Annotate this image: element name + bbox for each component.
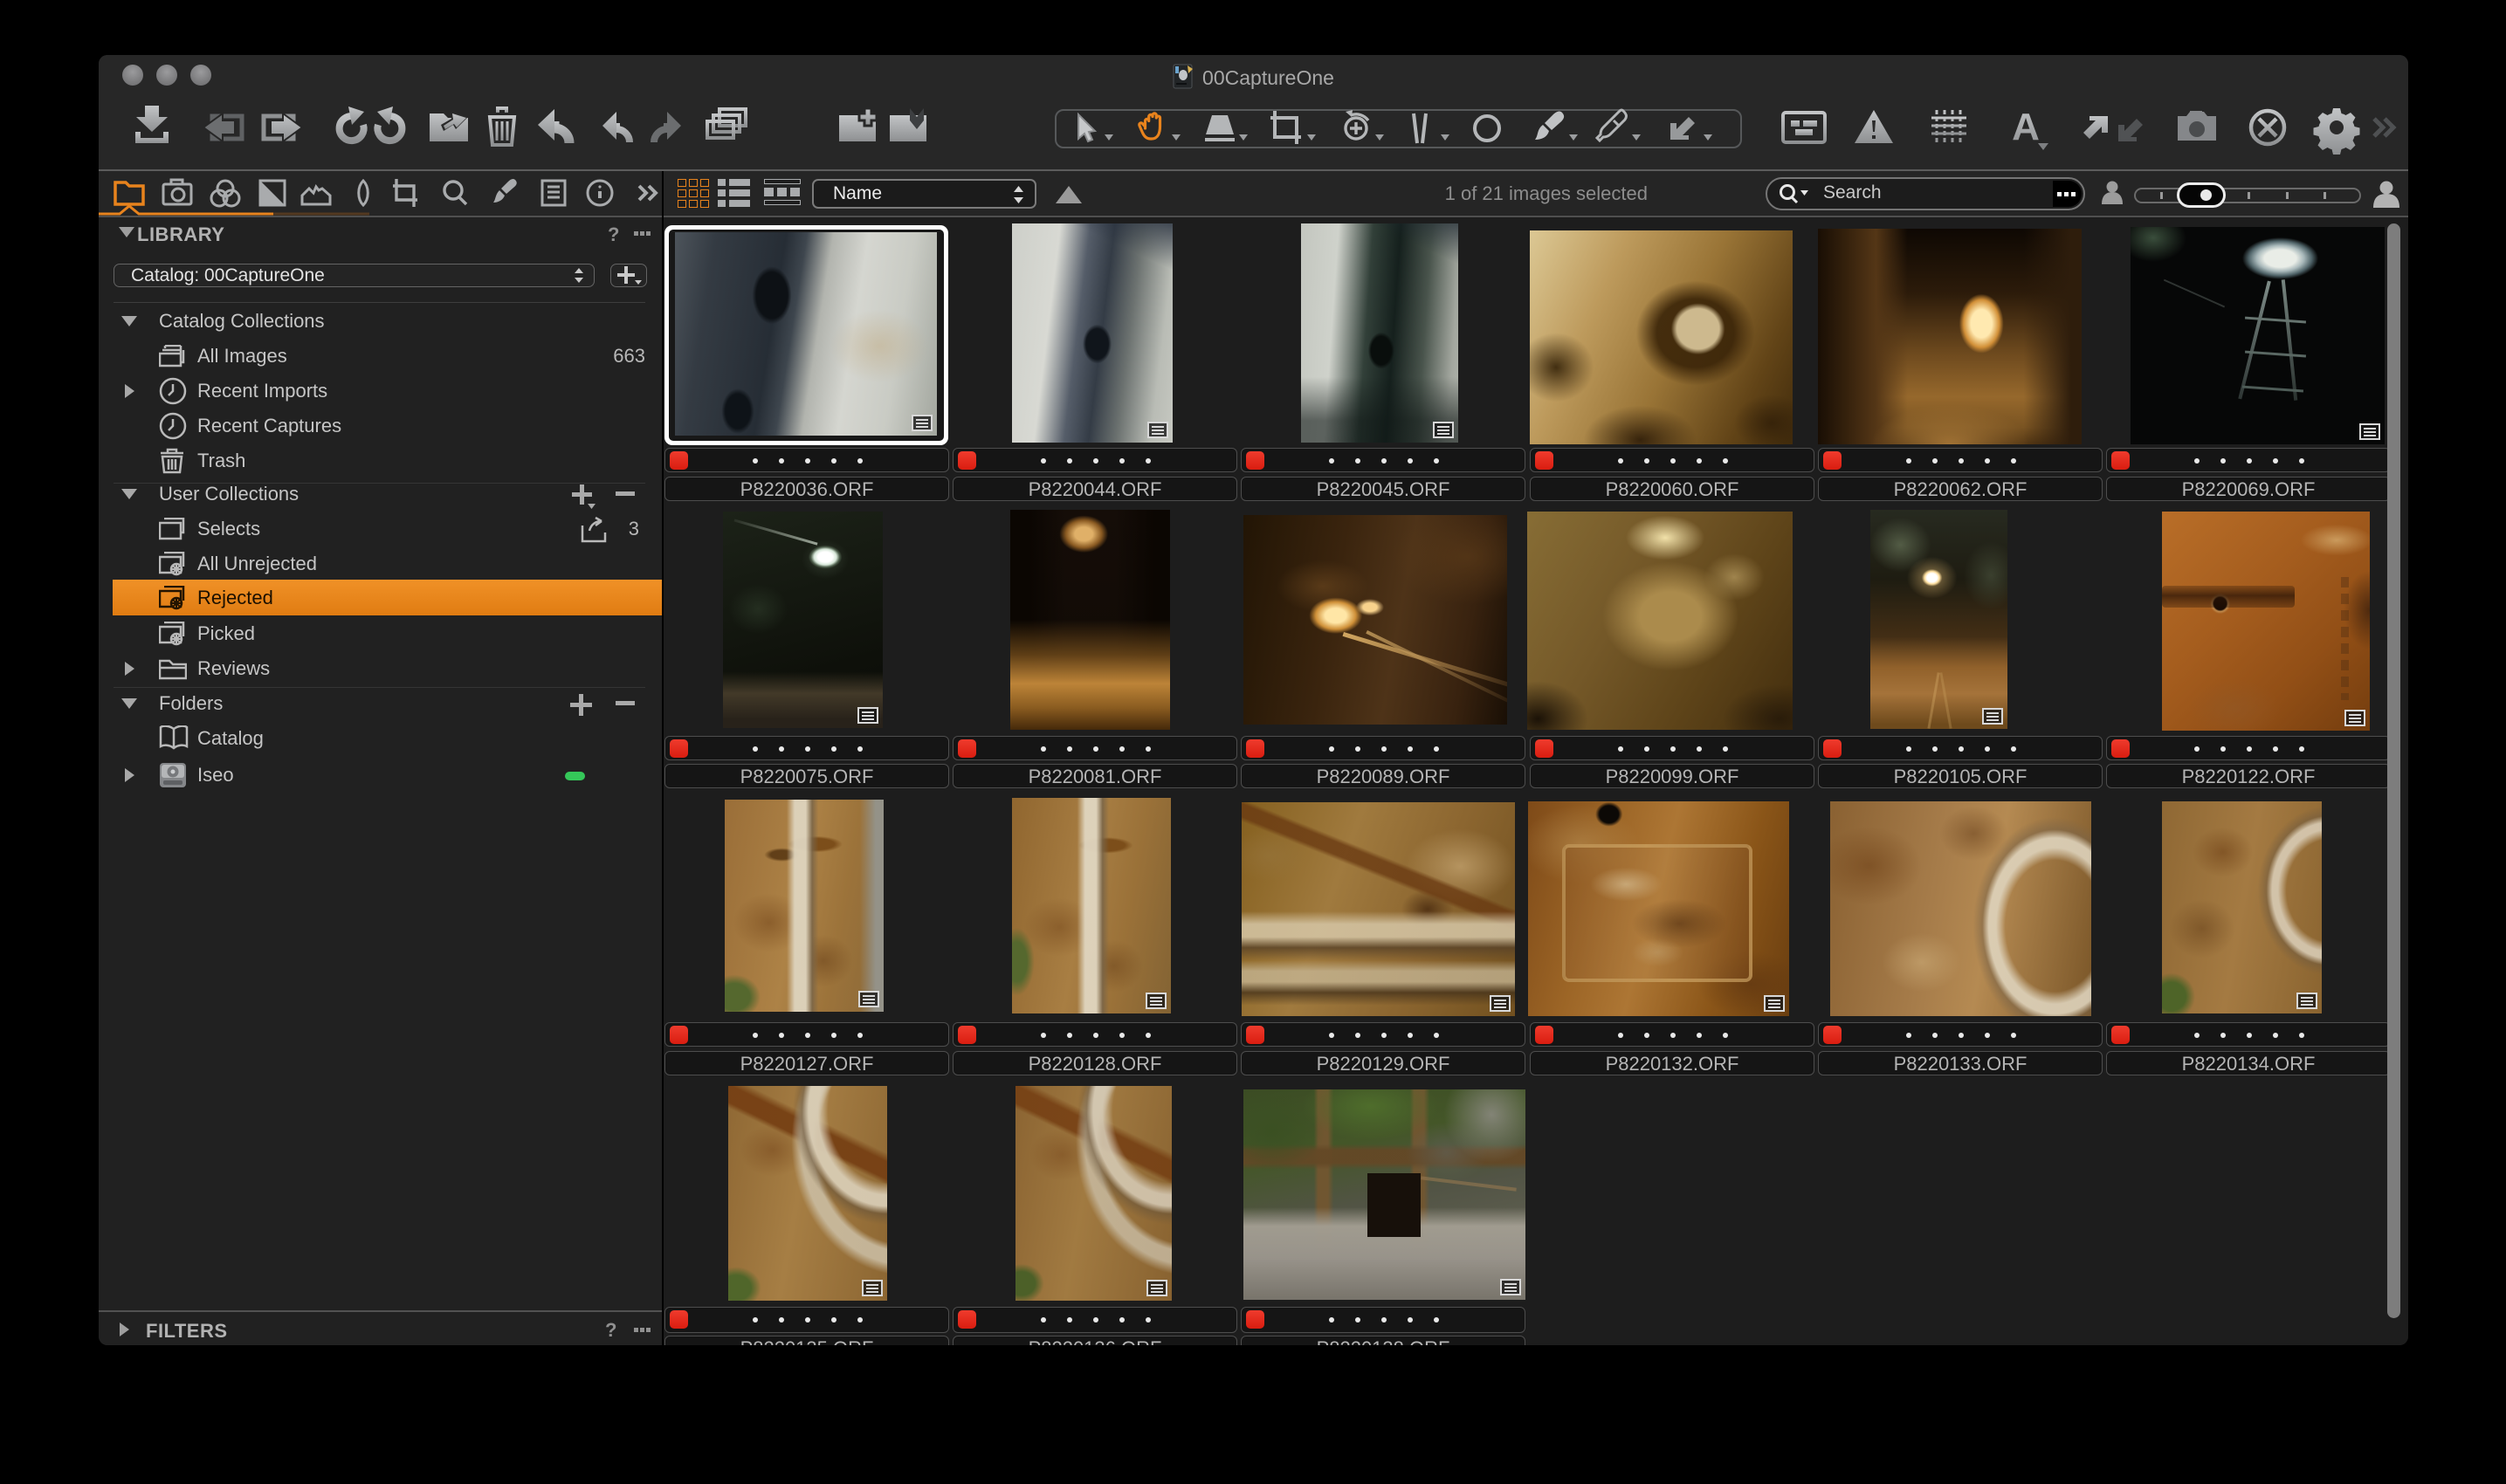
svg-text:A: A xyxy=(2012,106,2040,148)
